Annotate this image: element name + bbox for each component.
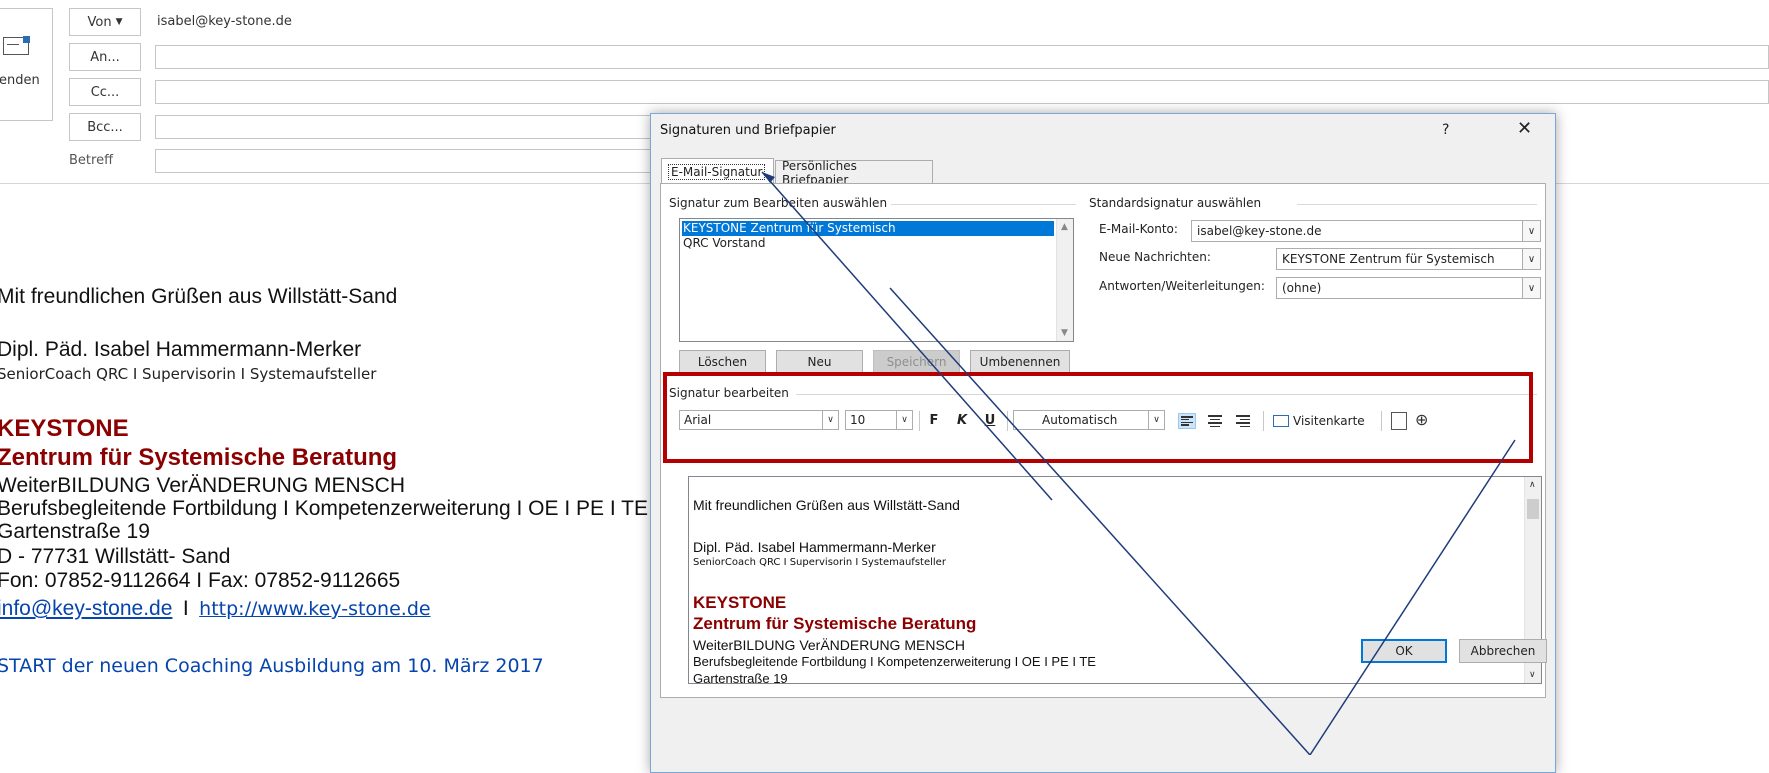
arrow-line-tab — [761, 171, 1053, 501]
arrow-line-save — [889, 287, 1311, 755]
annotation-arrows — [761, 171, 1516, 755]
arrow-line-editor — [1309, 439, 1516, 755]
arrow-head-tab — [762, 172, 775, 183]
